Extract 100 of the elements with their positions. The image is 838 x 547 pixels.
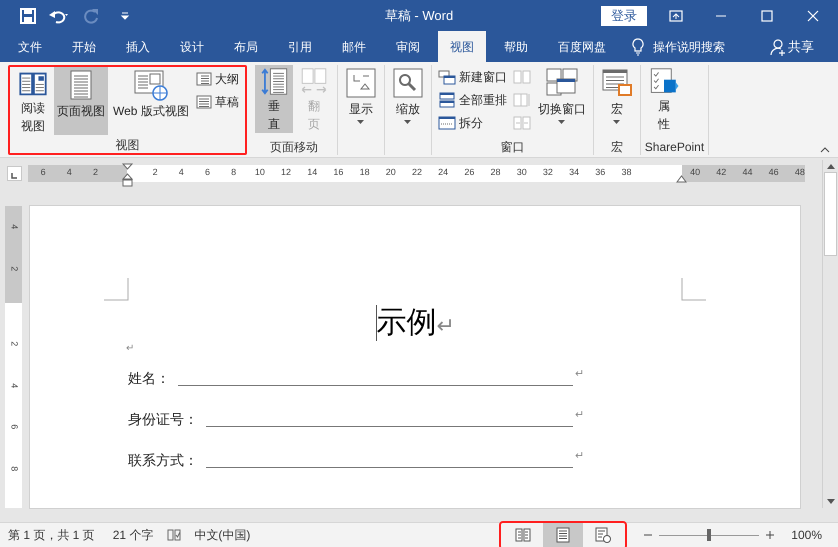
vertical-scrollbar[interactable] (822, 160, 838, 508)
zoom-slider[interactable] (659, 529, 760, 541)
customize-caret-icon[interactable] (120, 10, 130, 20)
print-layout-icon (555, 527, 572, 543)
page-globe-icon (132, 69, 169, 101)
draft-icon (196, 94, 212, 110)
group-label: SharePoint (644, 139, 704, 155)
ribbon-button[interactable]: 拆分 (436, 111, 509, 134)
ribbon-tab[interactable]: 布局 (219, 31, 273, 62)
tell-me-search[interactable]: 操作说明搜索 (621, 31, 735, 62)
ruler-number: 16 (332, 166, 344, 180)
sync-scroll-icon (512, 92, 531, 108)
ruler-number: 14 (306, 166, 318, 180)
ruler-number: 34 (568, 166, 580, 180)
slider-thumb[interactable] (707, 529, 712, 541)
caret-icon (404, 120, 412, 124)
ruler-number: 24 (437, 166, 450, 180)
maximize-icon[interactable] (761, 10, 773, 22)
outline-icon (196, 70, 212, 86)
ribbon-tab[interactable]: 设计 (165, 31, 219, 62)
magnifier-icon (392, 67, 424, 99)
proofing-book-icon[interactable] (167, 529, 182, 541)
ruler-number: 48 (794, 166, 806, 180)
ribbon-button[interactable]: 全部重排 (436, 88, 509, 111)
ruler-number: 40 (689, 166, 702, 180)
ribbon-button[interactable]: 大纲 (194, 67, 241, 90)
ribbon-button[interactable]: 显示 (342, 65, 380, 133)
window-title: 草稿 - Word (384, 6, 454, 25)
sign-in-button[interactable]: 登录 (601, 6, 647, 26)
page-count[interactable]: 第 1 页，共 1 页 (8, 526, 95, 544)
corner-mark-icon (104, 278, 129, 301)
corner-icon (10, 172, 16, 178)
paragraph-mark: ↵ (575, 408, 584, 422)
ruler-number: 18 (358, 166, 371, 180)
language-indicator[interactable]: 中文(中国) (194, 526, 250, 544)
ribbon-button[interactable]: 阅读视图 (14, 67, 52, 135)
ribbon-tab[interactable]: 插入 (111, 31, 165, 62)
word-count[interactable]: 21 个字 (112, 526, 154, 544)
ribbon-tab[interactable]: 视图 (438, 31, 486, 62)
tab-stop-selector[interactable] (6, 166, 22, 180)
ruler-number: 4 (8, 382, 20, 388)
scroll-up-icon[interactable] (826, 162, 836, 170)
paragraph-mark: ↵ (575, 366, 584, 382)
stacked-windows-icon (438, 92, 456, 108)
ruler-number: 22 (410, 166, 423, 180)
indent-marker-icon[interactable] (122, 162, 133, 186)
ribbon-button[interactable]: 草稿 (194, 90, 241, 113)
ribbon-tab[interactable]: 审阅 (381, 31, 435, 62)
field-label: 身份证号： (128, 410, 198, 429)
close-icon[interactable] (807, 10, 819, 22)
ribbon-tab[interactable]: 开始 (57, 31, 111, 62)
ribbon-button[interactable]: 页面视图 (54, 67, 108, 135)
ribbon-tab[interactable]: 百度网盘 (543, 31, 621, 62)
ribbon-button[interactable]: 属性 (644, 65, 683, 133)
ribbon-tab[interactable]: 引用 (273, 31, 327, 62)
view-button[interactable] (543, 522, 584, 547)
share-button[interactable]: 共享 (770, 31, 814, 62)
ribbon-button[interactable]: Web 版式视图 (110, 67, 192, 135)
ruler-number: 6 (8, 424, 20, 430)
ruler-number: 36 (594, 166, 606, 180)
zoom-in-icon[interactable] (765, 530, 776, 540)
group-label: 窗口 (499, 139, 526, 155)
ruler-number: 26 (463, 166, 476, 180)
ribbon-button[interactable]: 垂直 (254, 65, 293, 133)
right-indent-marker-icon[interactable] (676, 174, 687, 182)
reset-position-icon (512, 114, 531, 130)
ribbon-button[interactable]: 缩放 (388, 65, 427, 133)
ribbon-button[interactable]: 新建窗口 (436, 65, 509, 88)
ruler-number: 38 (620, 166, 632, 180)
ribbon-button[interactable]: 切换窗口 (534, 65, 589, 133)
ribbon-tab[interactable]: 帮助 (489, 31, 543, 62)
corner-mark-icon (681, 278, 706, 301)
split-window-icon (438, 114, 456, 130)
ruler-number: 6 (204, 166, 211, 180)
ruler-number: 30 (516, 166, 528, 180)
ribbon-button[interactable]: 宏 (598, 65, 636, 133)
ribbon-tab[interactable]: 文件 (3, 31, 57, 62)
ribbon-display-icon[interactable] (669, 10, 683, 22)
scroll-down-icon[interactable] (826, 498, 836, 506)
ruler-number: 2 (8, 341, 20, 346)
group-label: 视图 (114, 137, 140, 153)
ruler-number: 8 (230, 166, 238, 180)
person-icon (770, 38, 786, 56)
ruler-number: 4 (8, 224, 20, 230)
ruler-number: 4 (66, 166, 73, 180)
scroll-thumb[interactable] (824, 172, 837, 256)
collapse-ribbon-icon[interactable] (820, 147, 830, 153)
caret-icon (357, 120, 364, 124)
display-icon (344, 67, 377, 99)
field-label: 姓名： (128, 369, 170, 388)
ruler-number: 2 (152, 166, 159, 180)
ruler-number: 10 (254, 166, 266, 180)
save-icon[interactable] (20, 8, 36, 24)
ruler-number: 32 (542, 166, 554, 180)
ribbon-tab[interactable]: 邮件 (327, 31, 381, 62)
ruler-number: 46 (768, 166, 780, 180)
lightbulb-icon (631, 38, 645, 56)
document-heading: 示例 (376, 304, 436, 342)
ruler-number: 42 (715, 166, 728, 180)
zoom-level[interactable]: 100% (791, 526, 822, 544)
